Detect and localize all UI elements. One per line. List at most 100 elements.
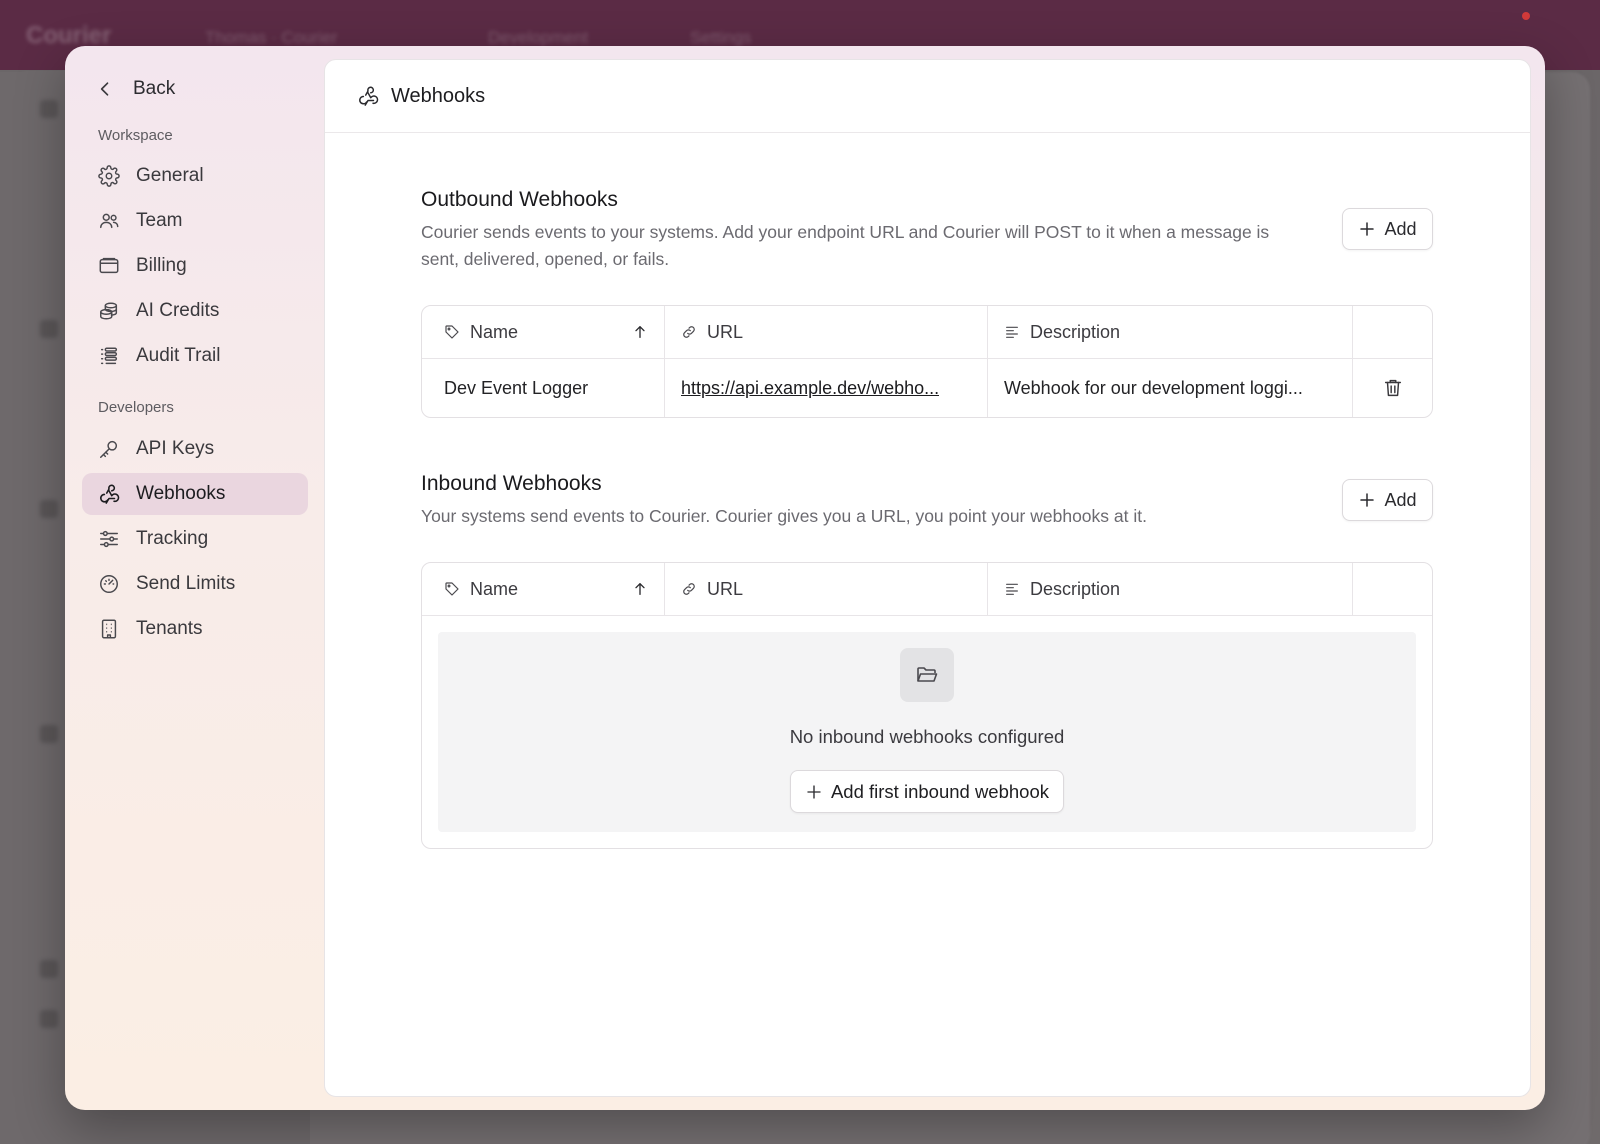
add-inbound-webhook-button[interactable]: Add [1342, 479, 1433, 521]
gear-icon [98, 165, 120, 187]
sidebar-item-api-keys[interactable]: API Keys [82, 428, 308, 470]
settings-content: Webhooks Outbound Webhooks Courier sends… [324, 59, 1531, 1097]
backdrop-icon [40, 500, 58, 518]
inbound-webhooks-table: Name URL Description No inbound webhooks… [421, 562, 1433, 849]
sidebar-item-send-limits[interactable]: Send Limits [82, 563, 308, 605]
webhook-icon [100, 484, 120, 504]
page-title: Webhooks [391, 84, 486, 107]
section-label-developers: Developers [98, 399, 174, 416]
section-label-workspace: Workspace [98, 127, 173, 144]
add-first-inbound-webhook-button[interactable]: Add first inbound webhook [789, 770, 1065, 813]
webhook-name: Dev Event Logger [422, 359, 665, 417]
column-header-actions [1353, 563, 1432, 615]
backdrop-breadcrumb-2: Development [488, 28, 589, 47]
column-label: URL [707, 578, 744, 599]
backdrop-icon [40, 100, 58, 118]
link-icon [683, 326, 695, 338]
sidebar-item-tenants[interactable]: Tenants [82, 608, 308, 650]
column-header-name[interactable]: Name [422, 306, 665, 358]
column-header-url: URL [665, 563, 988, 615]
table-row[interactable]: Dev Event Logger https://api.example.dev… [422, 359, 1432, 417]
users-icon [100, 213, 119, 229]
sidebar-item-label: Tracking [136, 528, 209, 549]
plus-icon [1360, 493, 1375, 507]
trash-icon[interactable] [1382, 377, 1404, 399]
empty-state-icon-box [900, 648, 954, 702]
inbound-webhooks-section: Inbound Webhooks Your systems send event… [421, 472, 1433, 849]
plus-icon [1360, 222, 1375, 236]
list-icon [100, 347, 118, 365]
sidebar-item-audit-trail[interactable]: Audit Trail [82, 335, 308, 377]
section-description: Your systems send events to Courier. Cou… [421, 506, 1147, 526]
notification-dot [1522, 12, 1530, 20]
sidebar-item-general[interactable]: General [82, 155, 308, 197]
backdrop-icon [40, 320, 58, 338]
sidebar-item-team[interactable]: Team [82, 200, 308, 242]
add-label: Add [1384, 489, 1417, 510]
sidebar-item-label: General [136, 165, 204, 186]
sidebar-item-label: Webhooks [136, 483, 226, 504]
text-align-icon [1006, 583, 1018, 595]
column-header-actions [1353, 306, 1432, 358]
column-label: Name [470, 578, 519, 599]
sidebar-item-billing[interactable]: Billing [82, 245, 308, 287]
tag-icon [445, 582, 459, 596]
coins-icon [100, 302, 118, 320]
settings-modal: Back Workspace General Team Billing AI C… [65, 46, 1545, 1110]
sidebar-item-webhooks[interactable]: Webhooks [82, 473, 308, 515]
backdrop-breadcrumb-3: Settings [690, 28, 752, 47]
chevron-left-icon [100, 82, 109, 96]
settings-sidebar: Back Workspace General Team Billing AI C… [65, 46, 324, 1110]
column-header-name[interactable]: Name [422, 563, 665, 615]
column-header-url: URL [665, 306, 988, 358]
backdrop-icon [40, 1010, 58, 1028]
tag-icon [445, 325, 459, 339]
column-label: Name [470, 321, 519, 342]
row-actions [1353, 359, 1432, 417]
add-label: Add [1384, 218, 1417, 239]
building-icon [101, 619, 117, 639]
empty-state-text: No inbound webhooks configured [789, 726, 1065, 747]
back-label: Back [133, 78, 176, 99]
sliders-icon [100, 530, 118, 548]
section-description: Courier sends events to your systems. Ad… [421, 222, 1270, 269]
column-label: Description [1030, 578, 1121, 599]
sort-ascending-icon[interactable] [632, 323, 648, 341]
table-header-row: Name URL Description [422, 563, 1432, 616]
webhook-url-link[interactable]: https://api.example.dev/webho... [681, 378, 939, 399]
column-header-description: Description [988, 306, 1353, 358]
back-button[interactable]: Back [95, 72, 175, 106]
section-title: Inbound Webhooks [421, 472, 602, 495]
link-icon [683, 583, 695, 595]
empty-state: No inbound webhooks configured Add first… [438, 632, 1416, 832]
sidebar-item-label: Audit Trail [136, 345, 221, 366]
webhook-icon [359, 86, 379, 106]
webhook-url-cell: https://api.example.dev/webho... [665, 359, 988, 417]
backdrop-icon [40, 960, 58, 978]
sidebar-item-label: API Keys [136, 438, 215, 459]
sidebar-item-label: Team [136, 210, 183, 231]
sidebar-item-label: AI Credits [136, 300, 220, 321]
empty-button-label: Add first inbound webhook [830, 780, 1050, 802]
add-outbound-webhook-button[interactable]: Add [1342, 208, 1433, 250]
sidebar-item-ai-credits[interactable]: AI Credits [82, 290, 308, 332]
sidebar-item-label: Tenants [136, 618, 203, 639]
folder-open-icon [917, 667, 938, 682]
sidebar-item-label: Billing [136, 255, 187, 276]
gauge-icon [100, 575, 118, 593]
webhook-description: Webhook for our development loggi... [988, 359, 1353, 417]
sidebar-item-tracking[interactable]: Tracking [82, 518, 308, 560]
sort-ascending-icon[interactable] [632, 580, 648, 598]
page-header: Webhooks [325, 60, 1530, 133]
backdrop-icon [40, 725, 58, 743]
sidebar-item-label: Send Limits [136, 573, 236, 594]
plus-icon [807, 784, 821, 799]
outbound-webhooks-section: Outbound Webhooks Courier sends events t… [421, 188, 1433, 418]
outbound-webhooks-table: Name URL Description Dev Event Logger ht… [421, 305, 1433, 418]
key-icon [100, 440, 118, 458]
backdrop-breadcrumb-1: Thomas · Courier [205, 28, 338, 47]
section-title: Outbound Webhooks [421, 188, 618, 211]
wallet-icon [99, 257, 119, 274]
text-align-icon [1006, 326, 1018, 338]
column-label: URL [707, 321, 744, 342]
